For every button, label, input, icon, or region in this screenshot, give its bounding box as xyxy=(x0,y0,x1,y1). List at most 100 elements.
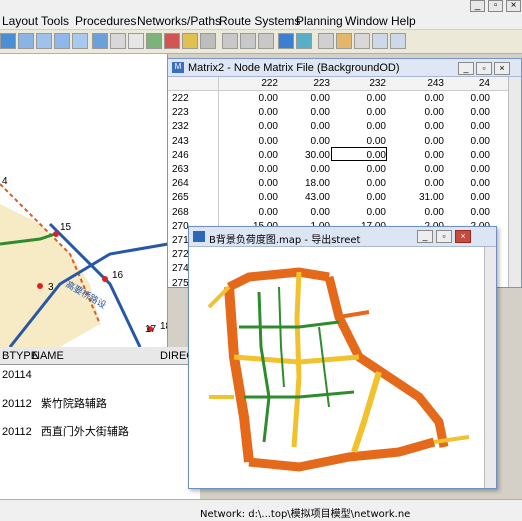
pencil-tool-icon[interactable] xyxy=(164,33,180,49)
path-tool-icon[interactable] xyxy=(92,33,108,49)
matrix-row-header[interactable]: 268 xyxy=(172,207,212,221)
load-map-canvas[interactable] xyxy=(189,247,497,489)
matrix-restore-icon[interactable]: ▫ xyxy=(476,62,492,75)
matrix-cell[interactable]: 0.00 xyxy=(278,107,330,121)
select-tool-icon[interactable] xyxy=(0,33,16,49)
matrix-cell[interactable]: 0.00 xyxy=(226,150,278,164)
matrix-cell[interactable]: 0.00 xyxy=(334,121,386,135)
matrix-cell[interactable]: 0.00 xyxy=(226,136,278,150)
matrix-row[interactable]: 232 0.00 0.00 0.00 0.00 0.00 xyxy=(168,121,508,135)
map-window-close-icon[interactable]: × xyxy=(455,230,471,243)
matrix-row-header[interactable]: 265 xyxy=(172,192,212,206)
matrix-cell[interactable]: 0.00 xyxy=(334,178,386,192)
node-15-marker[interactable] xyxy=(53,231,59,237)
matrix-cell[interactable]: 0.00 xyxy=(278,121,330,135)
matrix-close-icon[interactable]: × xyxy=(494,62,510,75)
matrix-row-header[interactable]: 246 xyxy=(172,150,212,164)
layer-tool-icon[interactable] xyxy=(278,33,294,49)
matrix-column-header[interactable]: 223 xyxy=(278,78,330,92)
matrix-row-header[interactable]: 264 xyxy=(172,178,212,192)
matrix-minimize-icon[interactable]: _ xyxy=(458,62,474,75)
tool-20-icon[interactable] xyxy=(372,33,388,49)
matrix-cell[interactable]: 0.00 xyxy=(392,107,444,121)
matrix-cell[interactable]: 0.00 xyxy=(226,192,278,206)
matrix-cell[interactable]: 0.00 xyxy=(450,150,490,164)
matrix-row-header[interactable]: 243 xyxy=(172,136,212,150)
matrix-cell[interactable]: 0.00 xyxy=(450,164,490,178)
document-tool-icon[interactable] xyxy=(128,33,144,49)
matrix-selected-cell[interactable] xyxy=(331,147,387,161)
matrix-cell[interactable]: 0.00 xyxy=(392,121,444,135)
matrix-cell[interactable]: 0.00 xyxy=(450,136,490,150)
matrix-row-header[interactable]: 223 xyxy=(172,107,212,121)
menu-layout[interactable]: Layout xyxy=(2,14,38,28)
matrix-row[interactable]: 222 0.00 0.00 0.00 0.00 0.00 xyxy=(168,93,508,107)
matrix-cell[interactable]: 43.00 xyxy=(278,192,330,206)
matrix-cell[interactable]: 31.00 xyxy=(392,192,444,206)
matrix-cell[interactable]: 0.00 xyxy=(226,164,278,178)
matrix-column-header[interactable]: 232 xyxy=(334,78,386,92)
matrix-cell[interactable]: 0.00 xyxy=(450,192,490,206)
matrix-row[interactable]: 264 0.00 18.00 0.00 0.00 0.00 xyxy=(168,178,508,192)
close-icon[interactable]: × xyxy=(506,0,521,12)
matrix-column-header[interactable]: 222 xyxy=(226,78,278,92)
matrix-cell[interactable]: 0.00 xyxy=(392,136,444,150)
print-tool-icon[interactable] xyxy=(200,33,216,49)
matrix-cell[interactable]: 0.00 xyxy=(226,93,278,107)
menu-planning[interactable]: Planning xyxy=(296,14,343,28)
zoom-tool-icon[interactable] xyxy=(18,33,34,49)
matrix-cell[interactable]: 0.00 xyxy=(278,136,330,150)
matrix-cell[interactable]: 0.00 xyxy=(278,207,330,221)
matrix-cell[interactable]: 0.00 xyxy=(334,164,386,178)
tool-17-icon[interactable] xyxy=(318,33,334,49)
matrix-cell[interactable]: 0.00 xyxy=(226,107,278,121)
col-name[interactable]: NAME xyxy=(32,350,64,362)
disk-tool-icon[interactable] xyxy=(182,33,198,49)
matrix-cell[interactable]: 0.00 xyxy=(334,93,386,107)
matrix-row[interactable]: 268 0.00 0.00 0.00 0.00 0.00 xyxy=(168,207,508,221)
matrix-cell[interactable]: 0.00 xyxy=(392,207,444,221)
matrix-cell[interactable]: 0.00 xyxy=(334,192,386,206)
menu-window[interactable]: Window xyxy=(345,14,388,28)
matrix-row[interactable]: 265 0.00 43.00 0.00 31.00 0.00 xyxy=(168,192,508,206)
menu-networks-paths[interactable]: Networks/Paths xyxy=(137,14,221,28)
tool-19-icon[interactable] xyxy=(354,33,370,49)
matrix-cell[interactable]: 0.00 xyxy=(226,207,278,221)
matrix-cell[interactable]: 0.00 xyxy=(392,164,444,178)
matrix-cell[interactable]: 0.00 xyxy=(226,178,278,192)
matrix-cell[interactable]: 0.00 xyxy=(392,150,444,164)
tree-tool-icon[interactable] xyxy=(146,33,162,49)
matrix-row-header[interactable]: 232 xyxy=(172,121,212,135)
matrix-row[interactable]: 263 0.00 0.00 0.00 0.00 0.00 xyxy=(168,164,508,178)
node-16-marker[interactable] xyxy=(102,276,108,282)
matrix-cell[interactable]: 0.00 xyxy=(226,121,278,135)
matrix-cell[interactable]: 0.00 xyxy=(450,178,490,192)
matrix-cell[interactable]: 0.00 xyxy=(392,93,444,107)
matrix-cell[interactable]: 0.00 xyxy=(450,93,490,107)
matrix-row-header[interactable]: 222 xyxy=(172,93,212,107)
matrix-column-header[interactable]: 24 xyxy=(450,78,490,92)
matrix-row-header[interactable]: 263 xyxy=(172,164,212,178)
link-tool-icon[interactable] xyxy=(72,33,88,49)
matrix-cell[interactable]: 0.00 xyxy=(450,121,490,135)
matrix-cell[interactable]: 0.00 xyxy=(334,107,386,121)
map-window-title-bar[interactable]: B背景负荷度图.map - 导出street _ ▫ × xyxy=(189,227,496,247)
matrix-cell[interactable]: 18.00 xyxy=(278,178,330,192)
map-window-restore-icon[interactable]: ▫ xyxy=(436,230,452,243)
minimize-icon[interactable]: _ xyxy=(470,0,485,12)
tool-21-icon[interactable] xyxy=(390,33,406,49)
tool-13-icon[interactable] xyxy=(240,33,256,49)
tool-12-icon[interactable] xyxy=(222,33,238,49)
tool-14-icon[interactable] xyxy=(258,33,274,49)
matrix-cell[interactable]: 30.00 xyxy=(278,150,330,164)
matrix-title-bar[interactable]: M Matrix2 - Node Matrix File (Background… xyxy=(168,59,521,77)
network-map[interactable]: 4 15 16 3 17 18 高要桥路设 xyxy=(0,54,168,347)
menu-help[interactable]: Help xyxy=(391,14,416,28)
matrix-scrollbar[interactable] xyxy=(508,77,521,287)
node-3-marker[interactable] xyxy=(37,283,43,289)
menu-tools[interactable]: Tools xyxy=(41,14,69,28)
matrix-cell[interactable]: 0.00 xyxy=(450,107,490,121)
matrix-column-header[interactable]: 243 xyxy=(392,78,444,92)
matrix-row[interactable]: 223 0.00 0.00 0.00 0.00 0.00 xyxy=(168,107,508,121)
matrix-cell[interactable]: 0.00 xyxy=(334,207,386,221)
